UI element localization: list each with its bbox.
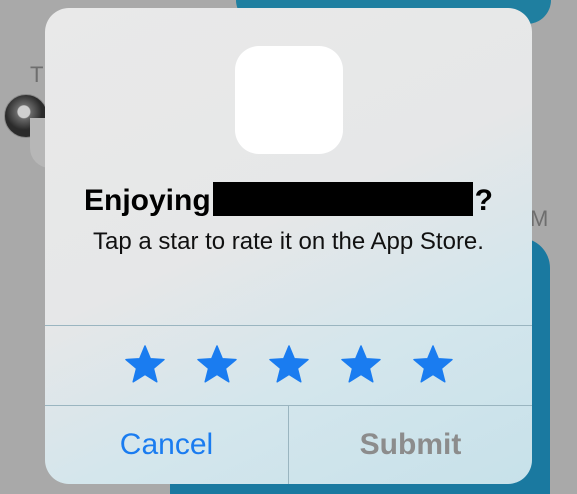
alert-title-prefix: Enjoying <box>84 184 211 217</box>
submit-button[interactable]: Submit <box>289 406 532 484</box>
star-icon-2[interactable] <box>197 344 237 384</box>
app-icon <box>235 46 343 154</box>
alert-title-suffix: ? <box>474 184 493 217</box>
alert-message: Tap a star to rate it on the App Store. <box>93 228 484 255</box>
star-icon-1[interactable] <box>125 344 165 384</box>
cancel-button[interactable]: Cancel <box>45 406 288 484</box>
alert-title: Enjoying? <box>45 182 532 220</box>
background-partial-text-right: M <box>530 206 549 231</box>
star-icon-4[interactable] <box>341 344 381 384</box>
star-icon-3[interactable] <box>269 344 309 384</box>
star-rating <box>45 326 532 404</box>
star-icon-5[interactable] <box>413 344 453 384</box>
rating-alert: Enjoying? Tap a star to rate it on the A… <box>45 8 532 484</box>
redacted-app-name <box>212 182 473 216</box>
background-partial-text: T <box>30 62 44 87</box>
alert-actions: Cancel Submit <box>45 406 532 484</box>
